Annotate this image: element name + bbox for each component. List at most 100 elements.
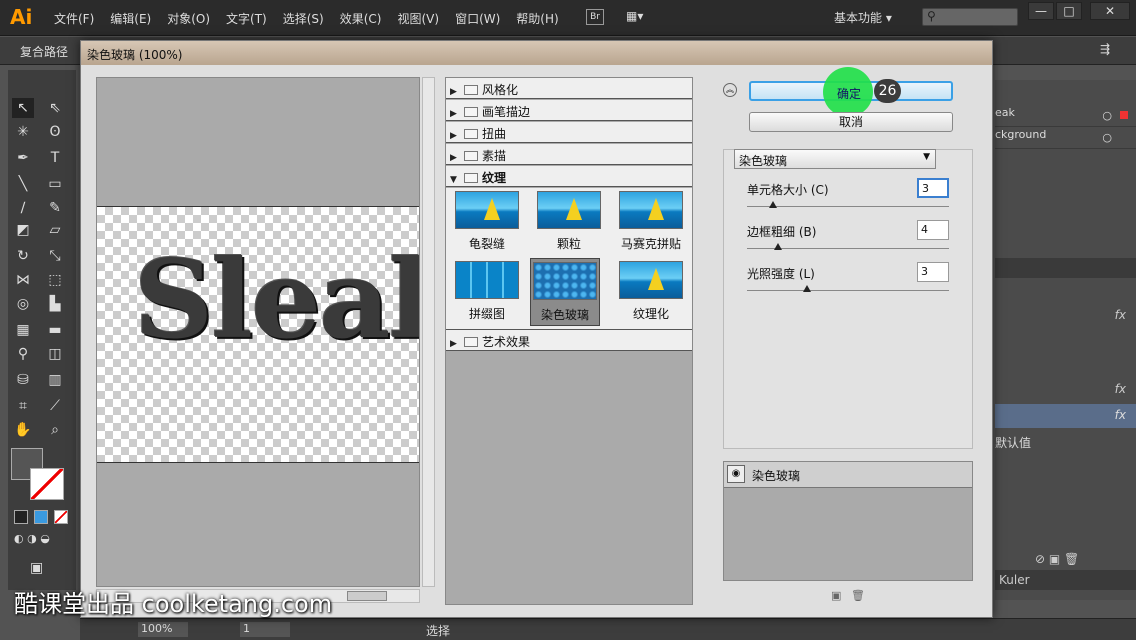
zoom-field[interactable]: 100%: [138, 622, 188, 637]
pen-tool-icon[interactable]: ✒: [12, 148, 34, 168]
border-thickness-slider[interactable]: [747, 243, 949, 250]
zoom-tool-icon[interactable]: ⌕: [44, 420, 66, 440]
thumb-craquelure[interactable]: 龟裂缝: [452, 188, 522, 256]
slider-knob[interactable]: [803, 285, 811, 292]
magic-wand-icon[interactable]: ✳: [12, 122, 34, 142]
category-distort[interactable]: ▶ 扭曲: [446, 122, 692, 143]
thumb-grain[interactable]: 颗粒: [534, 188, 604, 256]
draw-modes-icon[interactable]: ◐ ◑ ◒: [14, 532, 70, 548]
artboard-tool-icon[interactable]: ⌗: [12, 396, 34, 416]
direct-selection-tool-icon[interactable]: ⇖: [44, 98, 66, 118]
blend-tool-icon[interactable]: ◫: [44, 344, 66, 364]
rotate-tool-icon[interactable]: ↻: [12, 246, 34, 266]
collapse-gallery-icon[interactable]: ︽: [723, 83, 737, 97]
menu-view[interactable]: 视图(V): [389, 10, 447, 27]
category-sketch[interactable]: ▶ 素描: [446, 144, 692, 165]
line-tool-icon[interactable]: ╲: [12, 174, 34, 194]
cell-size-slider[interactable]: [747, 201, 949, 208]
pencil-icon[interactable]: ✎: [44, 198, 66, 218]
menu-window[interactable]: 窗口(W): [447, 10, 508, 27]
delete-effect-layer-icon[interactable]: 🗑: [851, 589, 865, 602]
menu-object[interactable]: 对象(O): [159, 10, 218, 27]
fx-icon[interactable]: fx: [1115, 408, 1126, 422]
illustrator-window: Ai 文件(F) 编辑(E) 对象(O) 文字(T) 选择(S) 效果(C) 视…: [0, 0, 1136, 640]
filter-select[interactable]: 染色玻璃 ▼: [734, 149, 936, 169]
hand-tool-icon[interactable]: ✋: [12, 420, 34, 440]
cell-size-input[interactable]: 3: [917, 178, 949, 198]
category-stylize[interactable]: ▶ 风格化: [446, 78, 692, 99]
panel-menu-icon[interactable]: ⇶: [1100, 42, 1110, 56]
target-icon[interactable]: ○: [1102, 109, 1112, 122]
maximize-button[interactable]: □: [1056, 2, 1082, 20]
layer-row[interactable]: eak ○: [995, 106, 1136, 127]
light-intensity-input[interactable]: 3: [917, 262, 949, 282]
none-mode-icon[interactable]: [54, 510, 68, 524]
category-brush-strokes[interactable]: ▶ 画笔描边: [446, 100, 692, 121]
thumb-patchwork[interactable]: 拼缀图: [452, 258, 522, 326]
kuler-tab[interactable]: Kuler: [995, 570, 1136, 590]
thumb-stained-glass[interactable]: 染色玻璃: [530, 258, 600, 326]
blob-brush-icon[interactable]: ◩: [12, 220, 34, 240]
search-input[interactable]: ⚲: [922, 8, 1018, 26]
shape-builder-icon[interactable]: ◎: [12, 294, 34, 314]
slider-knob[interactable]: [769, 201, 777, 208]
layers-panel: eak ○ ckground ○ fx fx fx 默认值 ⊘ ▣ 🗑 Kuler: [995, 80, 1136, 600]
scroll-thumb[interactable]: [347, 591, 387, 601]
column-graph-icon[interactable]: ▥: [44, 370, 66, 390]
fx-icon[interactable]: fx: [1115, 382, 1126, 396]
free-transform-icon[interactable]: ⬚: [44, 270, 66, 290]
screen-mode-icon[interactable]: ▣: [30, 560, 54, 578]
selection-tool-icon[interactable]: ↖: [12, 98, 34, 118]
menu-edit[interactable]: 编辑(E): [102, 10, 159, 27]
eraser-icon[interactable]: ▱: [44, 220, 66, 240]
panel-actions-icon[interactable]: ⊘ ▣ 🗑: [1035, 552, 1079, 566]
mesh-tool-icon[interactable]: ▦: [12, 320, 34, 340]
layer-row[interactable]: ckground ○: [995, 128, 1136, 149]
border-thickness-input[interactable]: 4: [917, 220, 949, 240]
stroke-swatch[interactable]: [30, 468, 64, 500]
menu-type[interactable]: 文字(T): [218, 10, 275, 27]
close-button[interactable]: ✕: [1090, 2, 1130, 20]
target-icon[interactable]: ○: [1102, 131, 1112, 144]
effect-layer-row[interactable]: ◉ 染色玻璃: [724, 462, 972, 488]
width-tool-icon[interactable]: ⋈: [12, 270, 34, 290]
gradient-tool-icon[interactable]: ▬: [44, 320, 66, 340]
new-effect-layer-icon[interactable]: ▣: [831, 589, 841, 602]
perspective-grid-icon[interactable]: ▙: [44, 294, 66, 314]
thumb-texturizer[interactable]: 纹理化: [616, 258, 686, 326]
fx-icon[interactable]: fx: [1115, 308, 1126, 322]
workspace-switcher[interactable]: 基本功能 ▾: [834, 9, 892, 26]
menu-effect[interactable]: 效果(C): [332, 10, 390, 27]
status-bar: 100% 1 选择: [80, 618, 1136, 640]
menu-file[interactable]: 文件(F): [46, 10, 102, 27]
thumb-mosaic-tiles[interactable]: 马赛克拼贴: [616, 188, 686, 256]
type-tool-icon[interactable]: T: [44, 148, 66, 168]
gradient-mode-icon[interactable]: [34, 510, 48, 524]
cancel-button[interactable]: 取消: [749, 112, 953, 132]
slider-knob[interactable]: [774, 243, 782, 250]
category-artistic[interactable]: ▶ 艺术效果: [446, 330, 692, 351]
menu-help[interactable]: 帮助(H): [508, 10, 566, 27]
arrange-documents-icon[interactable]: ▦▾: [626, 9, 652, 25]
artboard-field[interactable]: 1: [240, 622, 290, 637]
category-label: 画笔描边: [482, 105, 531, 119]
category-label: 扭曲: [482, 127, 507, 141]
rectangle-tool-icon[interactable]: ▭: [44, 174, 66, 194]
eyedropper-icon[interactable]: ⚲: [12, 344, 34, 364]
color-mode-icon[interactable]: [14, 510, 28, 524]
preview-area[interactable]: Sleak: [96, 77, 420, 587]
lasso-icon[interactable]: ʘ: [44, 122, 66, 142]
scale-tool-icon[interactable]: ⤡: [44, 246, 66, 266]
paintbrush-icon[interactable]: ∕: [12, 198, 34, 218]
category-texture[interactable]: ▼ 纹理: [446, 166, 692, 187]
minimize-button[interactable]: —: [1028, 2, 1054, 20]
light-intensity-slider[interactable]: [747, 285, 949, 292]
slice-tool-icon[interactable]: ⟋: [44, 396, 66, 416]
folder-icon: [464, 337, 478, 347]
workspace-label: 基本功能: [834, 11, 883, 25]
eye-icon[interactable]: ◉: [727, 465, 745, 483]
preview-vertical-scrollbar[interactable]: [422, 77, 435, 587]
bridge-button[interactable]: Br: [586, 9, 604, 25]
menu-select[interactable]: 选择(S): [275, 10, 332, 27]
symbol-sprayer-icon[interactable]: ⛁: [12, 370, 34, 390]
